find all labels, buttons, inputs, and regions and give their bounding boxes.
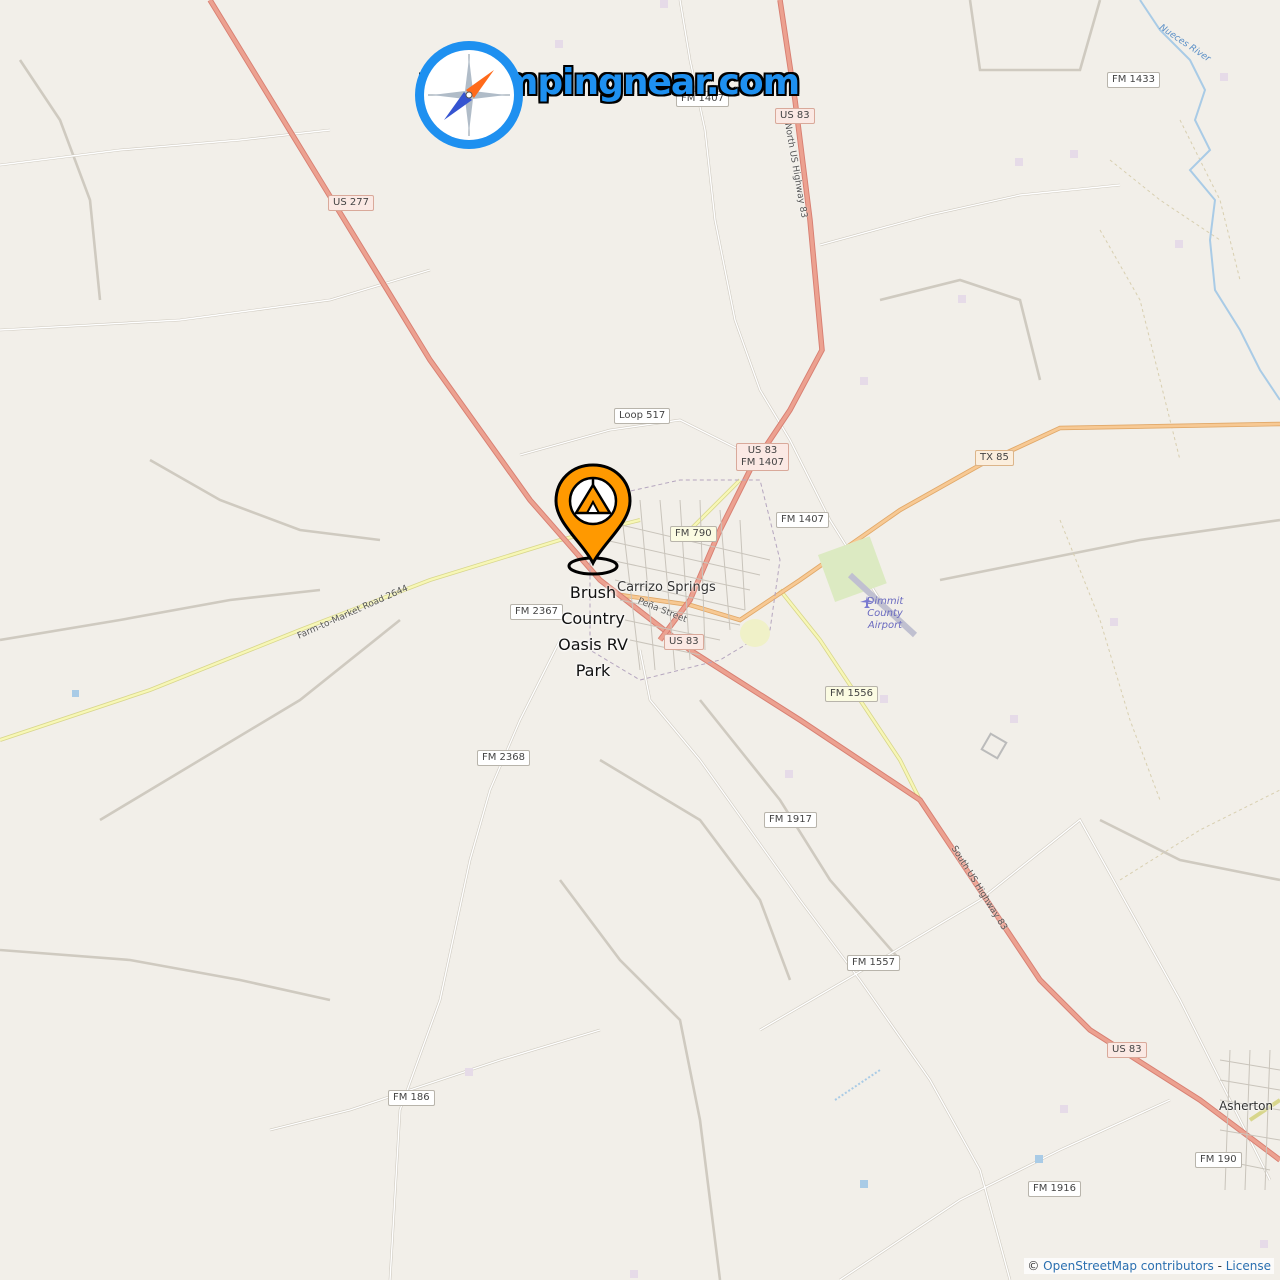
shield-fm1407: FM 1407 [776,512,830,528]
nueces-river [1139,0,1280,401]
osm-contributors-link[interactable]: OpenStreetMap contributors [1043,1259,1214,1273]
shield-us83-fm1407-junction: US 83 FM 1407 [736,443,790,471]
shield-fm186: FM 186 [388,1090,435,1106]
rv-park-label-line-4: Park [575,661,611,680]
rv-park-label[interactable]: Brush Country Oasis RV Park [543,580,643,684]
license-link[interactable]: License [1226,1259,1271,1273]
airport-line-2: County [867,608,903,619]
shield-fm2368: FM 2368 [477,750,531,766]
shield-tx85: TX 85 [975,450,1014,466]
shield-us83-south: US 83 [1107,1042,1147,1058]
primary-roads [207,0,1280,1163]
shield-fm1407-junction-label: FM 1407 [741,457,785,468]
rv-park-marker[interactable] [553,463,633,578]
tracks [1059,119,1280,881]
shield-us277: US 277 [328,195,374,211]
shield-fm790: FM 790 [670,526,717,542]
shield-us83-junction-label: US 83 [747,445,778,456]
rv-park-label-line-3: Oasis RV [558,635,628,654]
airport-icon [860,596,874,608]
map-canvas[interactable]: Farm-to-Market Road 2644 North US Highwa… [0,0,1280,1280]
rv-park-label-line-2: Country [561,609,625,628]
shield-fm1433: FM 1433 [1107,72,1161,88]
airport-line-3: Airport [867,620,903,631]
shield-fm190: FM 190 [1195,1152,1242,1168]
shield-us83-center: US 83 [664,634,704,650]
map-attribution: © OpenStreetMap contributors - License [1024,1258,1274,1274]
shield-loop517: Loop 517 [614,408,671,424]
tertiary-roads [0,478,1280,1122]
attribution-separator: - [1213,1259,1226,1273]
shield-fm1557: FM 1557 [847,955,901,971]
shield-fm1556: FM 1556 [825,686,879,702]
secondary-road-tx85 [619,421,1280,623]
place-asherton: Asherton [1219,1099,1274,1113]
brand-logo[interactable]: rvcampingnear.com [414,40,800,150]
tent-pin-icon [554,463,632,576]
shield-fm1916: FM 1916 [1028,1181,1082,1197]
airport-label: Dimmit County Airport [860,596,910,632]
shield-fm1917: FM 1917 [764,812,818,828]
compass-icon [415,41,523,149]
rv-park-label-line-1: Brush [569,583,617,602]
attribution-prefix: © [1027,1259,1044,1273]
